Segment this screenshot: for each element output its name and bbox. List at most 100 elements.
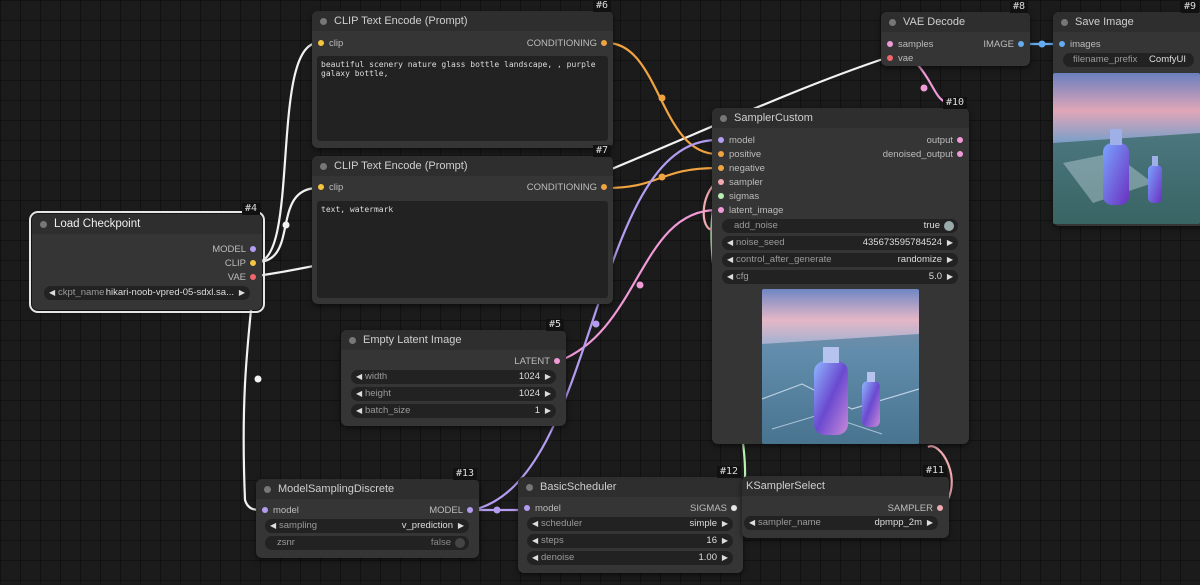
prompt-textarea[interactable]: text, watermark <box>317 201 608 298</box>
node-title[interactable]: KSamplerSelect <box>742 476 949 496</box>
collapse-dot-icon[interactable] <box>349 337 356 344</box>
sampler-socket-icon[interactable] <box>718 179 724 185</box>
model-socket-icon[interactable] <box>524 505 530 511</box>
arrow-left-icon[interactable]: ◀ <box>356 370 362 384</box>
input-latent-image[interactable]: latent_image <box>716 205 783 216</box>
arrow-left-icon[interactable]: ◀ <box>727 253 733 267</box>
latent-socket-icon[interactable] <box>957 137 963 143</box>
output-model[interactable]: MODEL <box>429 505 475 516</box>
model-socket-icon[interactable] <box>718 137 724 143</box>
node-empty-latent-image[interactable]: #5 Empty Latent Image LATENT ◀ width 1024 ▶… <box>341 319 566 426</box>
input-model[interactable]: model <box>522 503 561 514</box>
latent-socket-icon[interactable] <box>718 207 724 213</box>
node-vae-decode[interactable]: #8 VAE Decode samples vae IMAGE <box>881 1 1030 66</box>
batch-size-number[interactable]: ◀ batch_size 1 ▶ <box>351 404 556 418</box>
arrow-right-icon[interactable]: ▶ <box>947 270 953 284</box>
input-vae[interactable]: vae <box>885 53 913 64</box>
arrow-right-icon[interactable]: ▶ <box>927 516 933 530</box>
output-image-preview[interactable] <box>1053 73 1200 224</box>
collapse-dot-icon[interactable] <box>720 115 727 122</box>
conditioning-socket-icon[interactable] <box>718 165 724 171</box>
input-samples[interactable]: samples <box>885 39 933 50</box>
input-sampler[interactable]: sampler <box>716 177 763 188</box>
node-basic-scheduler[interactable]: #12 BasicScheduler model SIGMAS ◀ schedul… <box>518 466 743 573</box>
output-denoised[interactable]: denoised_output <box>883 149 965 160</box>
output-vae[interactable]: VAE <box>228 272 258 283</box>
collapse-dot-icon[interactable] <box>320 163 327 170</box>
arrow-left-icon[interactable]: ◀ <box>270 519 276 533</box>
node-title[interactable]: CLIP Text Encode (Prompt) <box>312 156 613 176</box>
control-after-generate-combo[interactable]: ◀ control_after_generate randomize ▶ <box>722 253 958 267</box>
node-title[interactable]: VAE Decode <box>881 12 1030 32</box>
output-output[interactable]: output <box>927 135 965 146</box>
image-socket-icon[interactable] <box>1059 41 1065 47</box>
node-ksampler-select[interactable]: #11 KSamplerSelect SAMPLER ◀ sampler_name… <box>742 465 949 538</box>
arrow-left-icon[interactable]: ◀ <box>727 270 733 284</box>
arrow-right-icon[interactable]: ▶ <box>722 551 728 565</box>
arrow-left-icon[interactable]: ◀ <box>356 404 362 418</box>
output-sigmas[interactable]: SIGMAS <box>690 503 739 514</box>
arrow-left-icon[interactable]: ◀ <box>356 387 362 401</box>
denoise-number[interactable]: ◀ denoise 1.00 ▶ <box>527 551 733 565</box>
conditioning-socket-icon[interactable] <box>601 40 607 46</box>
latent-socket-icon[interactable] <box>887 41 893 47</box>
output-image[interactable]: IMAGE <box>983 39 1026 50</box>
node-title[interactable]: Save Image <box>1053 12 1200 32</box>
arrow-right-icon[interactable]: ▶ <box>722 534 728 548</box>
node-clip-text-encode-negative[interactable]: #7 CLIP Text Encode (Prompt) clip CONDIT… <box>312 145 613 304</box>
arrow-left-icon[interactable]: ◀ <box>532 534 538 548</box>
node-title[interactable]: ModelSamplingDiscrete <box>256 479 479 499</box>
zsnr-toggle[interactable]: zsnr false <box>265 536 469 550</box>
node-clip-text-encode-positive[interactable]: #6 CLIP Text Encode (Prompt) clip CONDIT… <box>312 0 613 148</box>
vae-socket-icon[interactable] <box>250 274 256 280</box>
output-clip[interactable]: CLIP <box>225 258 258 269</box>
conditioning-socket-icon[interactable] <box>718 151 724 157</box>
clip-socket-icon[interactable] <box>318 184 324 190</box>
prompt-textarea[interactable]: beautiful scenery nature glass bottle la… <box>317 56 608 141</box>
conditioning-socket-icon[interactable] <box>601 184 607 190</box>
image-socket-icon[interactable] <box>1018 41 1024 47</box>
collapse-dot-icon[interactable] <box>1061 19 1068 26</box>
arrow-right-icon[interactable]: ▶ <box>239 286 245 300</box>
arrow-left-icon[interactable]: ◀ <box>749 516 755 530</box>
toggle-icon[interactable] <box>944 221 954 231</box>
arrow-right-icon[interactable]: ▶ <box>458 519 464 533</box>
latent-socket-icon[interactable] <box>554 358 560 364</box>
input-sigmas[interactable]: sigmas <box>716 191 759 202</box>
ckpt-name-combo[interactable]: ◀ ckpt_name hikari-noob-vpred-05-sdxl.sa… <box>44 286 250 300</box>
input-negative[interactable]: negative <box>716 163 765 174</box>
collapse-dot-icon[interactable] <box>526 484 533 491</box>
arrow-right-icon[interactable]: ▶ <box>947 253 953 267</box>
width-number[interactable]: ◀ width 1024 ▶ <box>351 370 556 384</box>
node-load-checkpoint[interactable]: #4 Load Checkpoint MODEL CLIP VAE ◀ ckpt… <box>29 203 265 313</box>
arrow-left-icon[interactable]: ◀ <box>727 236 733 250</box>
input-clip[interactable]: clip <box>316 38 343 49</box>
arrow-right-icon[interactable]: ▶ <box>545 370 551 384</box>
sampler-name-combo[interactable]: ◀ sampler_name dpmpp_2m ▶ <box>744 516 938 530</box>
sampling-combo[interactable]: ◀ sampling v_prediction ▶ <box>265 519 469 533</box>
height-number[interactable]: ◀ height 1024 ▶ <box>351 387 556 401</box>
collapse-dot-icon[interactable] <box>40 221 47 228</box>
arrow-left-icon[interactable]: ◀ <box>532 551 538 565</box>
output-conditioning[interactable]: CONDITIONING <box>527 38 609 49</box>
clip-socket-icon[interactable] <box>250 260 256 266</box>
arrow-right-icon[interactable]: ▶ <box>722 517 728 531</box>
filename-prefix-text[interactable]: filename_prefix ComfyUI <box>1063 53 1194 67</box>
collapse-dot-icon[interactable] <box>264 486 271 493</box>
model-socket-icon[interactable] <box>262 507 268 513</box>
latent-socket-icon[interactable] <box>957 151 963 157</box>
steps-number[interactable]: ◀ steps 16 ▶ <box>527 534 733 548</box>
model-socket-icon[interactable] <box>467 507 473 513</box>
arrow-right-icon[interactable]: ▶ <box>947 236 953 250</box>
collapse-dot-icon[interactable] <box>320 18 327 25</box>
input-images[interactable]: images <box>1057 39 1101 50</box>
scheduler-combo[interactable]: ◀ scheduler simple ▶ <box>527 517 733 531</box>
node-title[interactable]: Load Checkpoint <box>32 214 262 234</box>
input-model[interactable]: model <box>716 135 755 146</box>
node-title[interactable]: BasicScheduler <box>518 477 743 497</box>
output-sampler[interactable]: SAMPLER <box>888 503 945 514</box>
model-socket-icon[interactable] <box>250 246 256 252</box>
vae-socket-icon[interactable] <box>887 55 893 61</box>
node-model-sampling-discrete[interactable]: #13 ModelSamplingDiscrete model MODEL ◀ s… <box>256 468 479 558</box>
node-save-image[interactable]: #9 Save Image images filename_prefix Comf… <box>1053 1 1200 226</box>
